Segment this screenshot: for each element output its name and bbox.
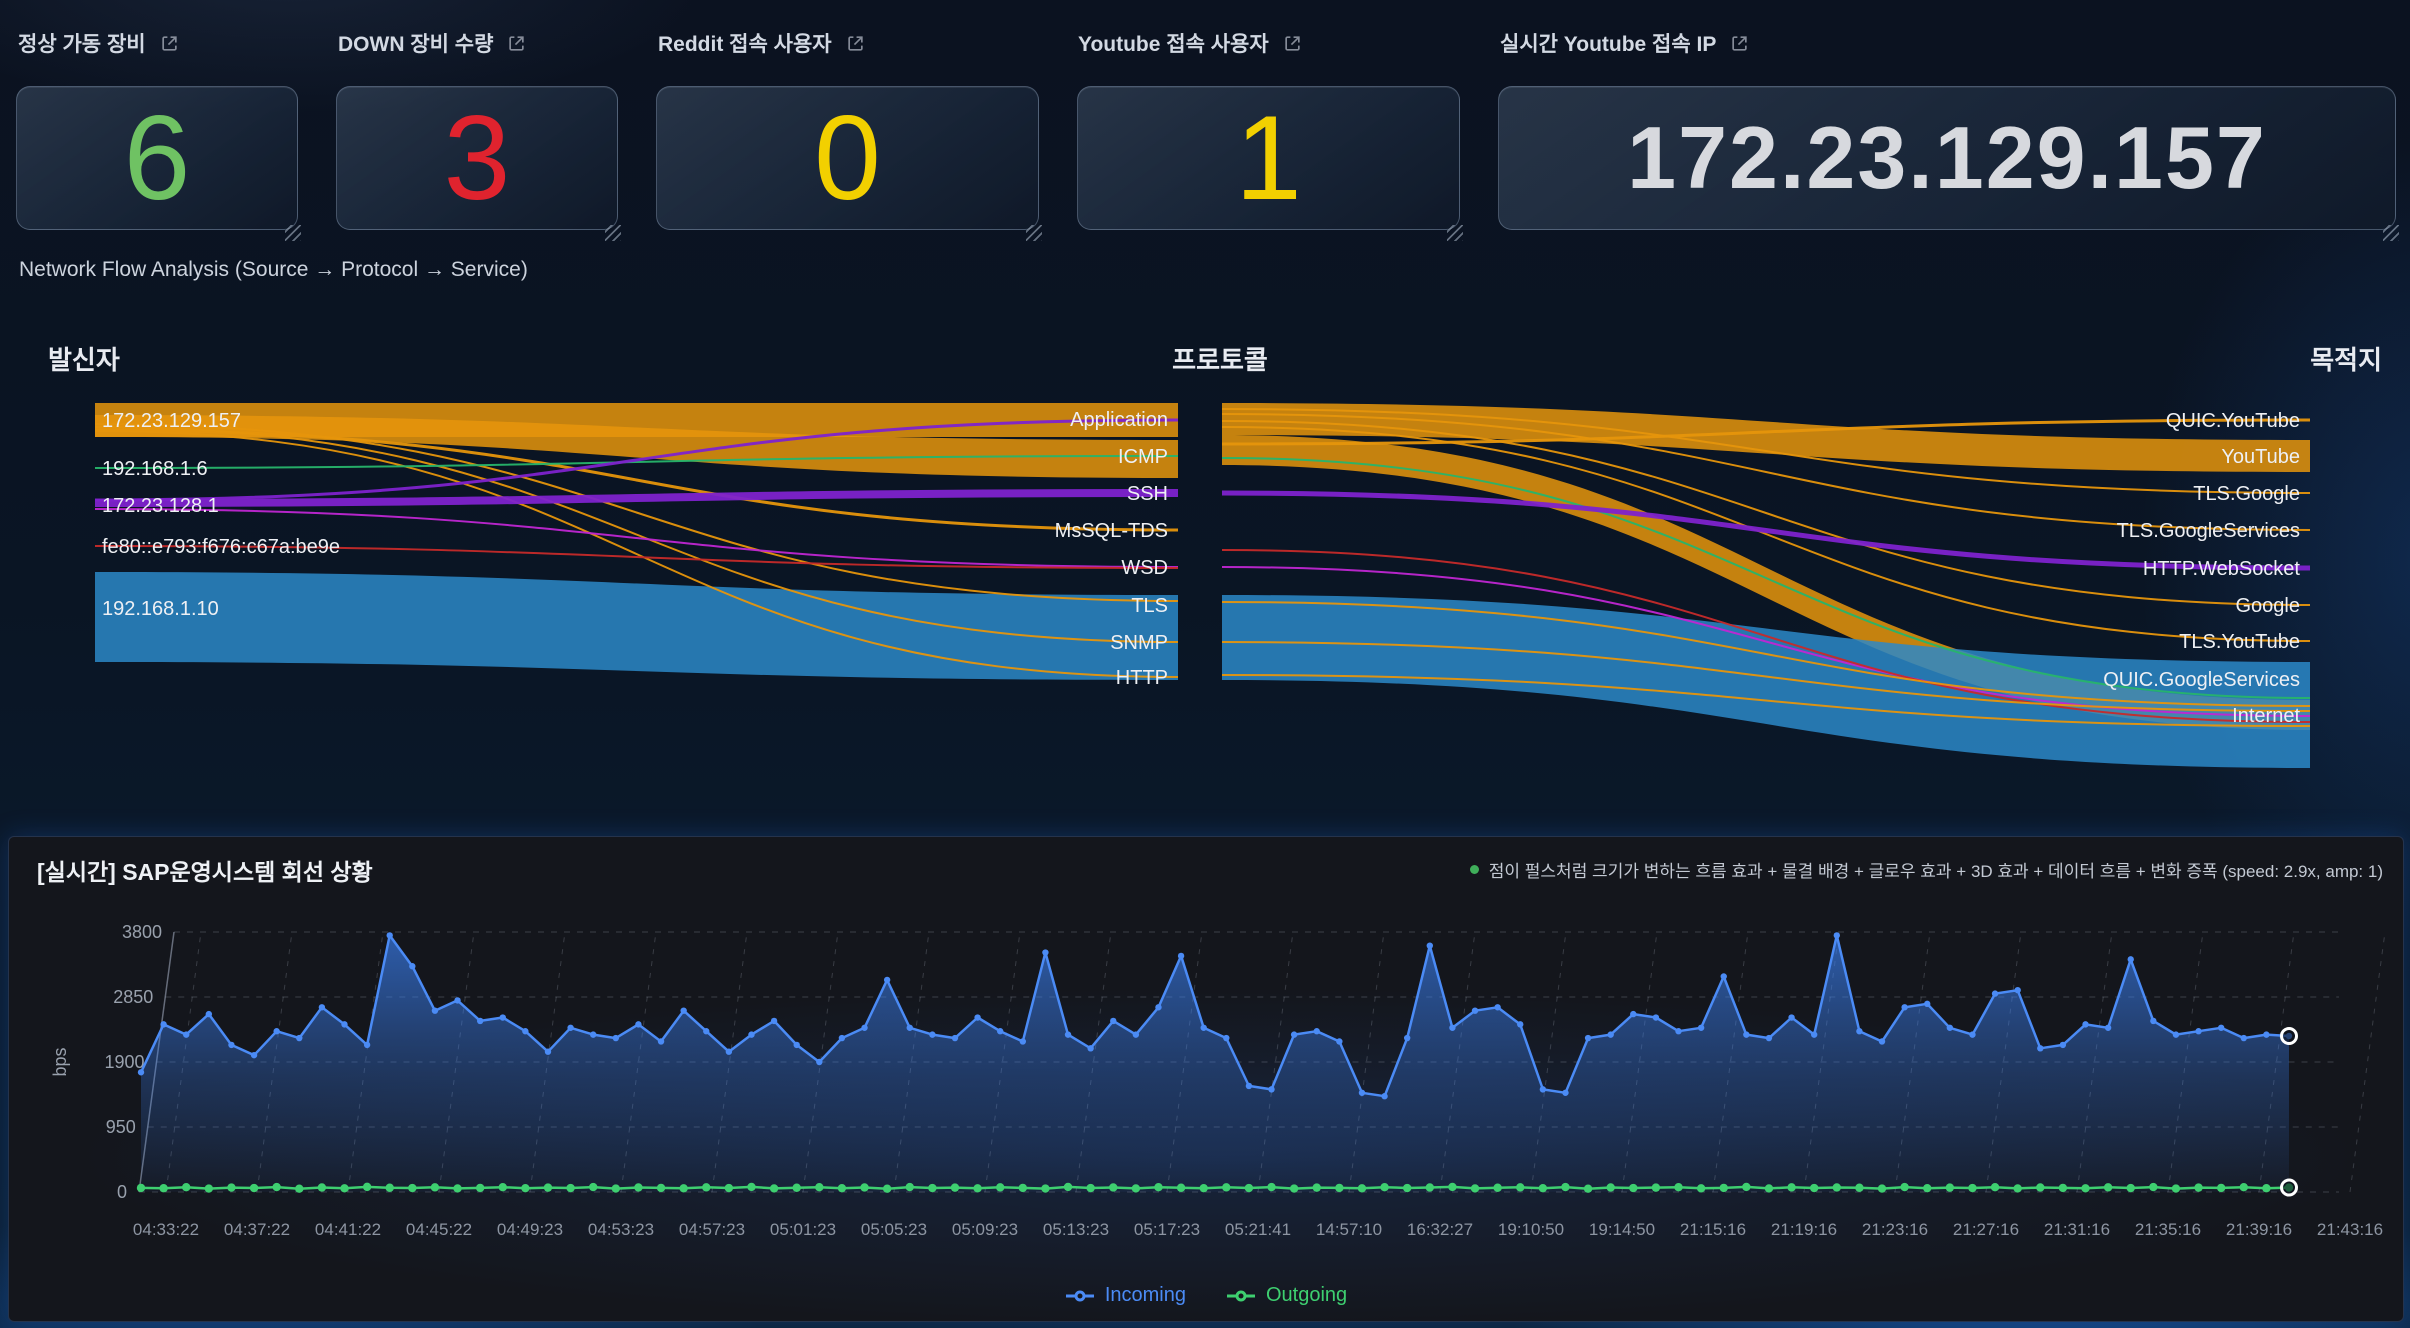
stat-title-label: Reddit 접속 사용자 [658,28,832,58]
external-link-icon[interactable] [846,34,865,53]
stat-title-label: 정상 가동 장비 [18,28,146,58]
timeseries-panel: [실시간] SAP운영시스템 회선 상황 점이 펄스처럼 크기가 변하는 흐름 … [8,836,2404,1322]
svg-text:05:21:41: 05:21:41 [1225,1220,1291,1239]
svg-text:fe80::e793:f676:c67a:be9e: fe80::e793:f676:c67a:be9e [102,536,340,558]
resize-handle[interactable] [285,225,301,241]
legend-item-outgoing[interactable]: Outgoing [1226,1284,1347,1307]
svg-text:SNMP: SNMP [1110,632,1168,654]
stat-title-youtube-users: Youtube 접속 사용자 [1078,28,1302,58]
svg-text:04:37:22: 04:37:22 [224,1220,290,1239]
svg-text:ICMP: ICMP [1118,446,1168,468]
svg-text:04:33:22: 04:33:22 [133,1220,199,1239]
resize-handle[interactable] [1447,225,1463,241]
svg-text:Internet: Internet [2232,705,2300,727]
stat-title-youtube-ip: 실시간 Youtube 접속 IP [1500,28,1749,58]
series-line-icon [1226,1290,1256,1302]
series-line-icon [1065,1290,1095,1302]
svg-text:21:43:16: 21:43:16 [2317,1220,2383,1239]
resize-handle[interactable] [2383,225,2399,241]
svg-text:04:49:23: 04:49:23 [497,1220,563,1239]
svg-text:172.23.128.1: 172.23.128.1 [102,495,219,517]
svg-text:21:39:16: 21:39:16 [2226,1220,2292,1239]
timeseries-chart[interactable]: 04:33:22 04:37:22 04:41:22 04:45:22 04:49:23… [9,837,2403,1321]
svg-text:Google: Google [2236,595,2301,617]
svg-text:3800: 3800 [122,922,162,942]
stat-panel-up-devices: 6 [16,86,298,230]
svg-text:bps: bps [50,1047,70,1076]
svg-text:TLS.Google: TLS.Google [2193,483,2300,505]
stat-title-reddit-users: Reddit 접속 사용자 [658,28,865,58]
svg-text:YouTube: YouTube [2221,446,2300,468]
svg-text:QUIC.GoogleServices: QUIC.GoogleServices [2103,669,2300,691]
svg-text:2850: 2850 [113,987,153,1007]
stat-value: 172.23.129.157 [1627,114,2267,202]
svg-text:HTTP.WebSocket: HTTP.WebSocket [2143,558,2301,580]
stat-title-up-devices: 정상 가동 장비 [18,28,179,58]
svg-text:04:53:23: 04:53:23 [588,1220,654,1239]
svg-text:SSH: SSH [1127,483,1168,505]
svg-text:TLS.GoogleServices: TLS.GoogleServices [2117,520,2300,542]
stat-title-label: Youtube 접속 사용자 [1078,28,1269,58]
svg-text:QUIC.YouTube: QUIC.YouTube [2166,410,2300,432]
sankey-diagram[interactable]: 172.23.129.157 192.168.1.6 172.23.128.1 fe8… [0,330,2410,800]
svg-text:0: 0 [117,1182,127,1202]
svg-text:192.168.1.10: 192.168.1.10 [102,598,219,620]
stat-panel-youtube-users: 1 [1077,86,1460,230]
stat-value: 0 [814,98,881,218]
sankey-section-title: Network Flow Analysis (Source → Protocol… [19,258,528,282]
svg-text:21:19:16: 21:19:16 [1771,1220,1837,1239]
svg-text:TLS.YouTube: TLS.YouTube [2179,631,2300,653]
svg-text:21:27:16: 21:27:16 [1953,1220,2019,1239]
resize-handle[interactable] [1026,225,1042,241]
svg-text:HTTP: HTTP [1116,667,1168,689]
svg-text:05:05:23: 05:05:23 [861,1220,927,1239]
stat-value: 3 [444,98,511,218]
svg-text:04:45:22: 04:45:22 [406,1220,472,1239]
svg-text:05:13:23: 05:13:23 [1043,1220,1109,1239]
stat-value: 6 [124,98,191,218]
svg-text:05:17:23: 05:17:23 [1134,1220,1200,1239]
svg-text:MsSQL-TDS: MsSQL-TDS [1055,520,1168,542]
svg-text:WSD: WSD [1121,557,1168,579]
svg-text:Application: Application [1070,409,1168,431]
svg-text:19:10:50: 19:10:50 [1498,1220,1564,1239]
svg-text:19:14:50: 19:14:50 [1589,1220,1655,1239]
external-link-icon[interactable] [507,34,526,53]
stat-title-label: 실시간 Youtube 접속 IP [1500,28,1716,58]
svg-text:04:57:23: 04:57:23 [679,1220,745,1239]
svg-text:950: 950 [106,1117,136,1137]
svg-text:21:31:16: 21:31:16 [2044,1220,2110,1239]
svg-text:05:01:23: 05:01:23 [770,1220,836,1239]
svg-text:16:32:27: 16:32:27 [1407,1220,1473,1239]
svg-text:172.23.129.157: 172.23.129.157 [102,410,241,432]
stat-panel-youtube-ip: 172.23.129.157 [1498,86,2396,230]
svg-text:TLS: TLS [1131,595,1168,617]
stat-title-down-devices: DOWN 장비 수량 [338,28,526,58]
resize-handle[interactable] [605,225,621,241]
stat-title-label: DOWN 장비 수량 [338,28,493,58]
external-link-icon[interactable] [1283,34,1302,53]
svg-text:21:23:16: 21:23:16 [1862,1220,1928,1239]
stat-panel-down-devices: 3 [336,86,618,230]
chart-legend: Incoming Outgoing [9,1284,2403,1307]
svg-text:192.168.1.6: 192.168.1.6 [102,458,208,480]
stat-panel-reddit-users: 0 [656,86,1039,230]
external-link-icon[interactable] [1730,34,1749,53]
svg-text:1900: 1900 [104,1052,144,1072]
legend-item-incoming[interactable]: Incoming [1065,1284,1186,1307]
svg-text:21:35:16: 21:35:16 [2135,1220,2201,1239]
stat-value: 1 [1235,98,1302,218]
dashboard: 정상 가동 장비 DOWN 장비 수량 Reddit 접속 사용자 Youtub… [0,0,2410,1328]
svg-text:04:41:22: 04:41:22 [315,1220,381,1239]
external-link-icon[interactable] [160,34,179,53]
svg-text:21:15:16: 21:15:16 [1680,1220,1746,1239]
svg-text:14:57:10: 14:57:10 [1316,1220,1382,1239]
svg-text:05:09:23: 05:09:23 [952,1220,1018,1239]
